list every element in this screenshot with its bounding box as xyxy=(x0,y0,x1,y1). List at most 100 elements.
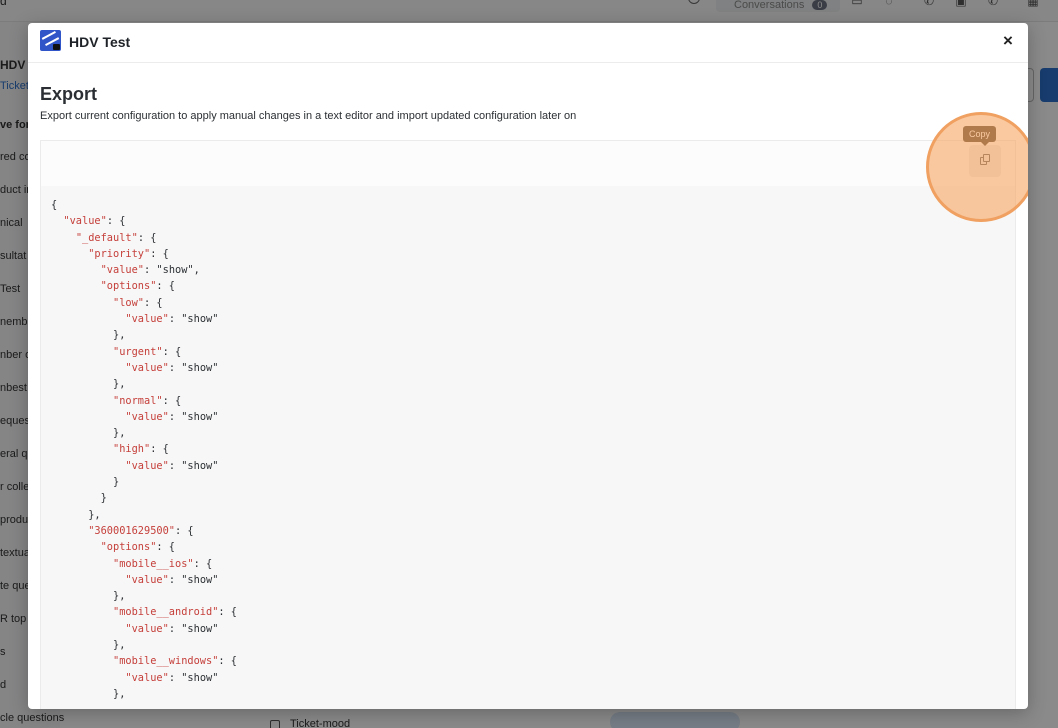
code-line: } xyxy=(51,474,1015,490)
json-punct xyxy=(51,558,113,570)
json-punct: : { xyxy=(193,557,213,570)
json-key: "mobile__ios" xyxy=(113,557,194,570)
json-punct xyxy=(51,362,125,374)
json-punct xyxy=(51,574,125,586)
json-punct: { xyxy=(51,199,58,211)
json-punct: }, xyxy=(51,329,126,342)
json-key: "urgent" xyxy=(113,345,163,358)
json-string: "show" xyxy=(181,410,219,423)
code-line: "value": "show" xyxy=(51,670,1015,686)
json-punct: } xyxy=(51,492,107,505)
json-string: "show" xyxy=(181,361,219,374)
copy-tooltip: Copy xyxy=(963,126,997,146)
json-key: "value" xyxy=(125,459,169,472)
json-string: "show" xyxy=(181,622,219,635)
json-string: "show" xyxy=(181,313,219,326)
json-key: "value" xyxy=(125,573,169,586)
json-punct xyxy=(51,411,125,423)
code-line: "mobile__windows": { xyxy=(51,653,1015,669)
json-punct: }, xyxy=(51,590,126,603)
json-punct: }, xyxy=(51,508,101,521)
json-key: "value" xyxy=(125,671,169,684)
json-punct xyxy=(51,395,113,407)
json-punct: : { xyxy=(156,280,176,293)
json-string: "show" xyxy=(156,264,194,277)
json-punct xyxy=(51,215,63,227)
json-punct: : { xyxy=(150,443,169,456)
modal-header: HDV Test × xyxy=(28,23,1028,63)
json-punct: : xyxy=(168,459,182,472)
json-punct: , xyxy=(193,264,200,277)
json-punct: : { xyxy=(218,655,237,668)
json-punct: } xyxy=(51,476,120,489)
code-line: }, xyxy=(51,327,1015,343)
code-line: "mobile__ios": { xyxy=(51,556,1015,572)
json-punct: : { xyxy=(162,345,182,358)
code-line: } xyxy=(51,490,1015,506)
json-key: "value" xyxy=(125,313,169,326)
code-line: "value": "show" xyxy=(51,458,1015,474)
json-key: "mobile__windows" xyxy=(113,655,219,668)
json-key: "priority" xyxy=(88,247,151,260)
json-punct: : { xyxy=(156,541,176,554)
json-punct xyxy=(51,313,125,325)
code-line: "options": { xyxy=(51,278,1015,294)
json-punct xyxy=(51,672,125,684)
json-key: "mobile__android" xyxy=(113,606,219,619)
json-punct xyxy=(51,346,113,358)
json-punct: : { xyxy=(150,247,169,260)
json-punct: : xyxy=(168,671,182,684)
code-line: "value": "show" xyxy=(51,311,1015,327)
code-line: "low": { xyxy=(51,295,1015,311)
code-line: "high": { xyxy=(51,441,1015,457)
json-punct xyxy=(51,655,113,667)
json-punct: : xyxy=(168,622,182,635)
code-panel: { "value": { "_default": { "priority": {… xyxy=(40,140,1016,709)
section-description: Export current configuration to apply ma… xyxy=(40,110,577,122)
json-code-view[interactable]: { "value": { "_default": { "priority": {… xyxy=(41,186,1015,709)
code-line: "360001629500": { xyxy=(51,523,1015,539)
code-line: "options": { xyxy=(51,539,1015,555)
json-key: "value" xyxy=(100,264,145,277)
json-punct: }, xyxy=(51,639,126,652)
json-punct xyxy=(51,280,101,292)
json-punct: : { xyxy=(162,394,182,407)
json-string: "show" xyxy=(181,573,219,586)
copy-icon xyxy=(980,154,991,166)
json-key: "_default" xyxy=(75,231,138,244)
json-punct xyxy=(51,297,113,309)
json-punct: : xyxy=(144,264,157,277)
code-line: "urgent": { xyxy=(51,344,1015,360)
json-punct xyxy=(51,606,113,618)
json-punct xyxy=(51,232,76,244)
json-key: "value" xyxy=(125,410,169,423)
code-line: "_default": { xyxy=(51,230,1015,246)
code-line: "mobile__android": { xyxy=(51,604,1015,620)
code-line: }, xyxy=(51,507,1015,523)
json-punct: : xyxy=(168,573,182,586)
code-line: "value": { xyxy=(51,213,1015,229)
json-key: "options" xyxy=(100,280,157,293)
json-punct xyxy=(51,541,101,553)
code-line: }, xyxy=(51,588,1015,604)
json-punct xyxy=(51,264,101,276)
json-string: "show" xyxy=(181,671,219,684)
close-icon[interactable]: × xyxy=(1000,32,1016,50)
json-punct: : { xyxy=(175,524,194,537)
json-punct xyxy=(51,623,125,635)
json-punct: : { xyxy=(137,231,157,244)
json-punct xyxy=(51,525,88,537)
json-punct: : { xyxy=(218,606,237,619)
code-line: }, xyxy=(51,425,1015,441)
json-punct: : xyxy=(168,361,182,374)
code-line: }, xyxy=(51,686,1015,702)
json-punct: : xyxy=(168,313,182,326)
code-line: { xyxy=(51,197,1015,213)
export-modal: HDV Test × Export Export current configu… xyxy=(28,23,1028,709)
json-punct: }, xyxy=(51,427,126,440)
json-punct: : { xyxy=(144,296,163,309)
json-key: "value" xyxy=(63,215,107,228)
json-key: "options" xyxy=(100,541,157,554)
code-line: "value": "show", xyxy=(51,262,1015,278)
json-punct xyxy=(51,248,88,260)
